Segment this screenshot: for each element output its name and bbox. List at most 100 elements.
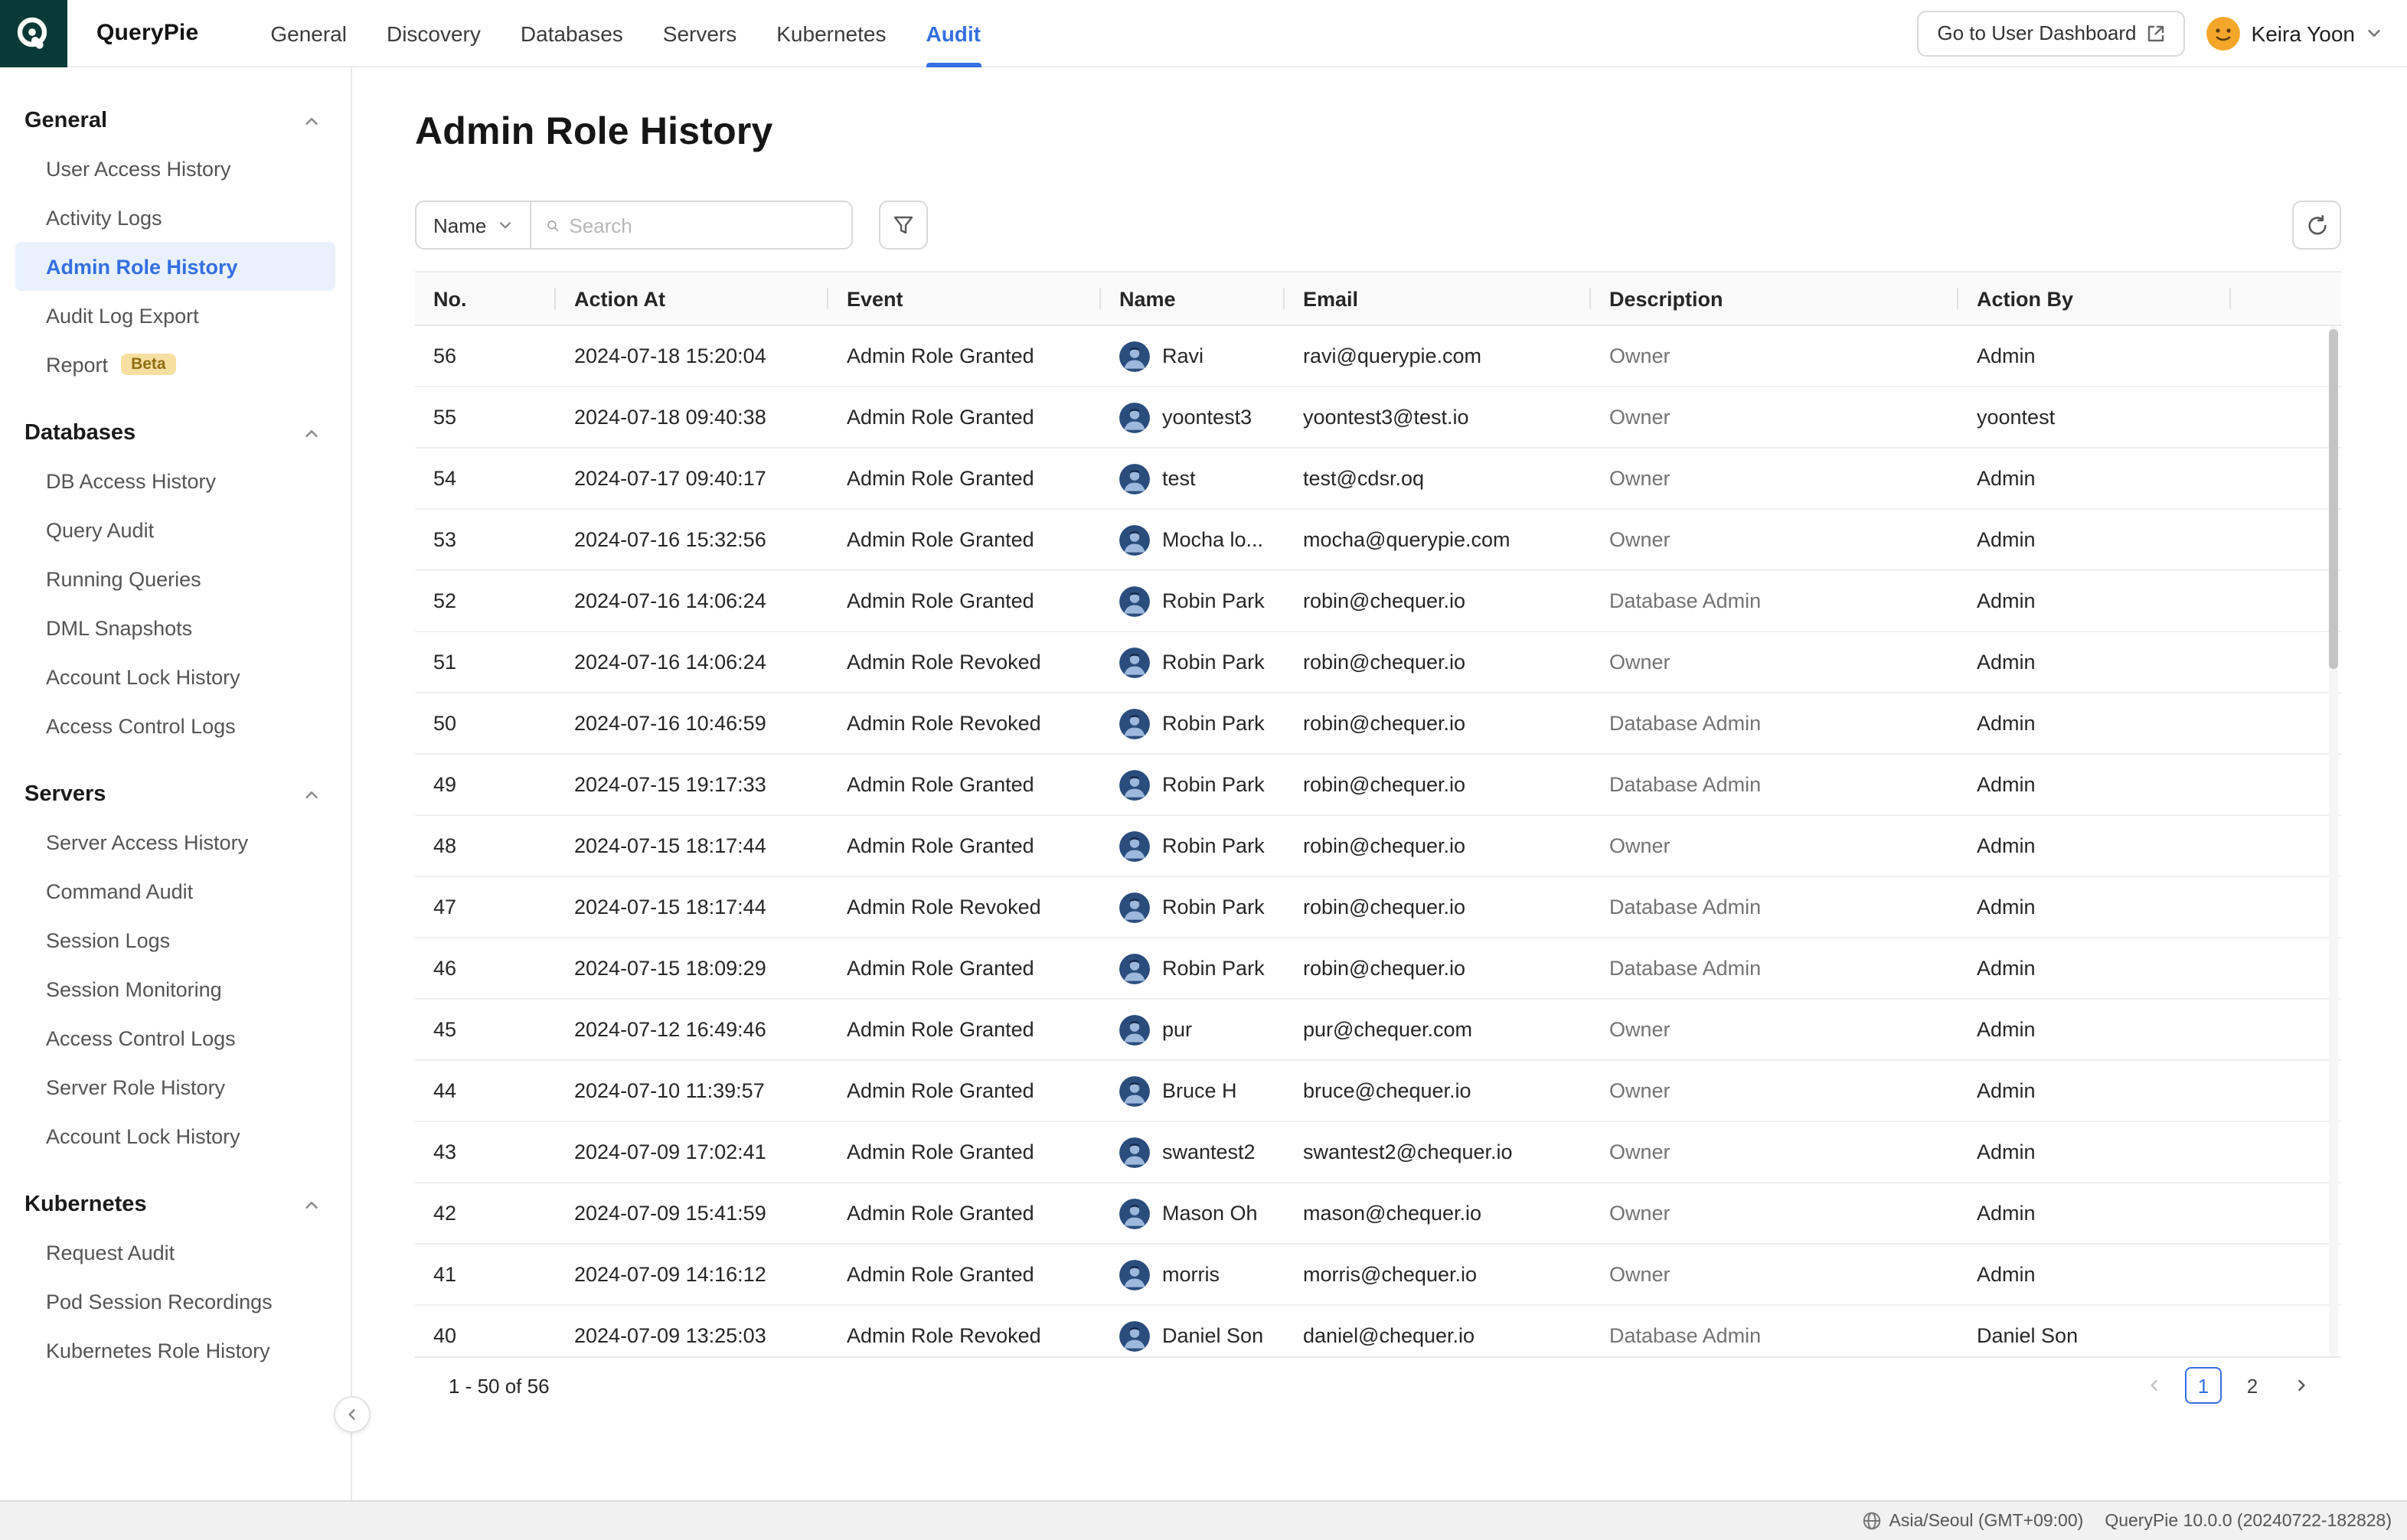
column-header-event[interactable]: Event [828, 272, 1101, 325]
sidebar-item-label: Kubernetes Role History [46, 1339, 270, 1362]
cell-no: 44 [415, 1079, 556, 1102]
sidebar-item-report[interactable]: ReportBeta [15, 340, 335, 389]
sidebar-group-kubernetes[interactable]: Kubernetes [0, 1182, 351, 1228]
column-header-description[interactable]: Description [1591, 272, 1958, 325]
search-field-select[interactable]: Name [415, 201, 531, 250]
sidebar-item-query-audit[interactable]: Query Audit [15, 505, 335, 554]
cell-description: Owner [1591, 651, 1958, 674]
cell-action-by: Admin [1958, 1018, 2231, 1041]
page-number-1[interactable]: 1 [2185, 1367, 2222, 1404]
sidebar-item-request-audit[interactable]: Request Audit [15, 1228, 335, 1277]
sidebar-group-databases[interactable]: Databases [0, 410, 351, 456]
table-row[interactable]: 552024-07-18 09:40:38Admin Role Grantedy… [415, 387, 2341, 449]
cell-description: Database Admin [1591, 957, 1958, 980]
table-row[interactable]: 522024-07-16 14:06:24Admin Role GrantedR… [415, 571, 2341, 632]
sidebar-item-label: Admin Role History [46, 255, 238, 278]
table-rows-container: 562024-07-18 15:20:04Admin Role GrantedR… [415, 326, 2341, 1356]
sidebar-item-label: User Access History [46, 157, 231, 180]
topnav-item-servers[interactable]: Servers [643, 0, 756, 67]
sidebar-item-dml-snapshots[interactable]: DML Snapshots [15, 603, 335, 652]
topnav-item-discovery[interactable]: Discovery [367, 0, 501, 67]
sidebar-item-admin-role-history[interactable]: Admin Role History [15, 242, 335, 291]
sidebar-item-command-audit[interactable]: Command Audit [15, 866, 335, 915]
sidebar-item-running-queries[interactable]: Running Queries [15, 554, 335, 603]
sidebar-item-pod-session-recordings[interactable]: Pod Session Recordings [15, 1277, 335, 1326]
cell-email: mason@chequer.io [1285, 1202, 1591, 1225]
user-avatar-icon [1119, 953, 1150, 984]
table-row[interactable]: 482024-07-15 18:17:44Admin Role GrantedR… [415, 816, 2341, 877]
topnav-items: GeneralDiscoveryDatabasesServersKubernet… [250, 0, 1001, 67]
table-row[interactable]: 462024-07-15 18:09:29Admin Role GrantedR… [415, 938, 2341, 1000]
cell-no: 42 [415, 1202, 556, 1225]
sidebar-item-db-access-history[interactable]: DB Access History [15, 456, 335, 505]
cell-email: pur@chequer.com [1285, 1018, 1591, 1041]
next-page-button[interactable] [2283, 1367, 2320, 1404]
topnav-item-databases[interactable]: Databases [501, 0, 643, 67]
table-row[interactable]: 542024-07-17 09:40:17Admin Role Grantedt… [415, 449, 2341, 510]
previous-page-button[interactable] [2136, 1367, 2173, 1404]
cell-event: Admin Role Granted [828, 1202, 1101, 1225]
version-status: QueryPie 10.0.0 (20240722-182828) [2105, 1512, 2392, 1530]
cell-email: yoontest3@test.io [1285, 406, 1591, 429]
refresh-button[interactable] [2292, 201, 2341, 250]
cell-event: Admin Role Granted [828, 773, 1101, 796]
sidebar-collapse-button[interactable] [334, 1396, 371, 1433]
table-row[interactable]: 402024-07-09 13:25:03Admin Role RevokedD… [415, 1306, 2341, 1356]
sidebar-item-server-role-history[interactable]: Server Role History [15, 1062, 335, 1111]
sidebar-item-account-lock-history[interactable]: Account Lock History [15, 1111, 335, 1160]
cell-action-at: 2024-07-16 14:06:24 [556, 589, 828, 612]
column-header-email[interactable]: Email [1285, 272, 1591, 325]
sidebar-item-access-control-logs[interactable]: Access Control Logs [15, 701, 335, 750]
sidebar-item-audit-log-export[interactable]: Audit Log Export [15, 291, 335, 340]
cell-name: swantest2 [1101, 1137, 1285, 1167]
sidebar-item-activity-logs[interactable]: Activity Logs [15, 193, 335, 242]
sidebar-item-label: Access Control Logs [46, 1026, 236, 1049]
topnav-item-audit[interactable]: Audit [906, 0, 1001, 67]
table-row[interactable]: 432024-07-09 17:02:41Admin Role Granteds… [415, 1122, 2341, 1183]
cell-name: Robin Park [1101, 647, 1285, 677]
sidebar-item-session-monitoring[interactable]: Session Monitoring [15, 964, 335, 1013]
table-row[interactable]: 502024-07-16 10:46:59Admin Role RevokedR… [415, 693, 2341, 755]
column-header-name[interactable]: Name [1101, 272, 1285, 325]
querypie-logo[interactable] [0, 0, 67, 67]
table-row[interactable]: 562024-07-18 15:20:04Admin Role GrantedR… [415, 326, 2341, 387]
table-row[interactable]: 492024-07-15 19:17:33Admin Role GrantedR… [415, 755, 2341, 816]
page-number-2[interactable]: 2 [2234, 1367, 2271, 1404]
sidebar-group-general[interactable]: General [0, 98, 351, 144]
sidebar-group-label: Databases [24, 421, 136, 445]
column-header-action-at[interactable]: Action At [556, 272, 828, 325]
table-row[interactable]: 452024-07-12 16:49:46Admin Role Grantedp… [415, 1000, 2341, 1061]
sidebar-item-account-lock-history[interactable]: Account Lock History [15, 652, 335, 701]
cell-action-at: 2024-07-17 09:40:17 [556, 467, 828, 490]
table-row[interactable]: 412024-07-09 14:16:12Admin Role Grantedm… [415, 1245, 2341, 1306]
table-scrollbar-thumb[interactable] [2329, 329, 2338, 669]
cell-action-by: Admin [1958, 834, 2231, 857]
cell-email: robin@chequer.io [1285, 773, 1591, 796]
sidebar-item-access-control-logs[interactable]: Access Control Logs [15, 1013, 335, 1062]
table-row[interactable]: 442024-07-10 11:39:57Admin Role GrantedB… [415, 1061, 2341, 1122]
cell-action-by: Admin [1958, 1263, 2231, 1286]
cell-name-text: Robin Park [1162, 712, 1265, 735]
search-input[interactable] [569, 214, 838, 237]
table-row[interactable]: 472024-07-15 18:17:44Admin Role RevokedR… [415, 877, 2341, 938]
table-row[interactable]: 532024-07-16 15:32:56Admin Role GrantedM… [415, 510, 2341, 571]
topnav-item-kubernetes[interactable]: Kubernetes [756, 0, 906, 67]
column-header-no[interactable]: No. [415, 272, 556, 325]
cell-description: Owner [1591, 1018, 1958, 1041]
sidebar-item-session-logs[interactable]: Session Logs [15, 915, 335, 964]
column-header-action-by[interactable]: Action By [1958, 272, 2231, 325]
pagination-bar: 1 - 50 of 56 12 [415, 1356, 2341, 1413]
sidebar-item-kubernetes-role-history[interactable]: Kubernetes Role History [15, 1326, 335, 1375]
cell-action-by: Admin [1958, 344, 2231, 367]
sidebar-item-server-access-history[interactable]: Server Access History [15, 817, 335, 866]
go-to-user-dashboard-button[interactable]: Go to User Dashboard [1917, 10, 2185, 56]
cell-event: Admin Role Revoked [828, 651, 1101, 674]
user-menu[interactable]: Keira Yoon [2207, 16, 2383, 50]
sidebar-item-user-access-history[interactable]: User Access History [15, 144, 335, 193]
filter-button[interactable] [878, 201, 927, 250]
topnav-item-general[interactable]: General [250, 0, 367, 67]
user-avatar-icon [1119, 463, 1150, 494]
table-row[interactable]: 512024-07-16 14:06:24Admin Role RevokedR… [415, 632, 2341, 693]
sidebar-group-servers[interactable]: Servers [0, 772, 351, 817]
table-row[interactable]: 422024-07-09 15:41:59Admin Role GrantedM… [415, 1183, 2341, 1245]
